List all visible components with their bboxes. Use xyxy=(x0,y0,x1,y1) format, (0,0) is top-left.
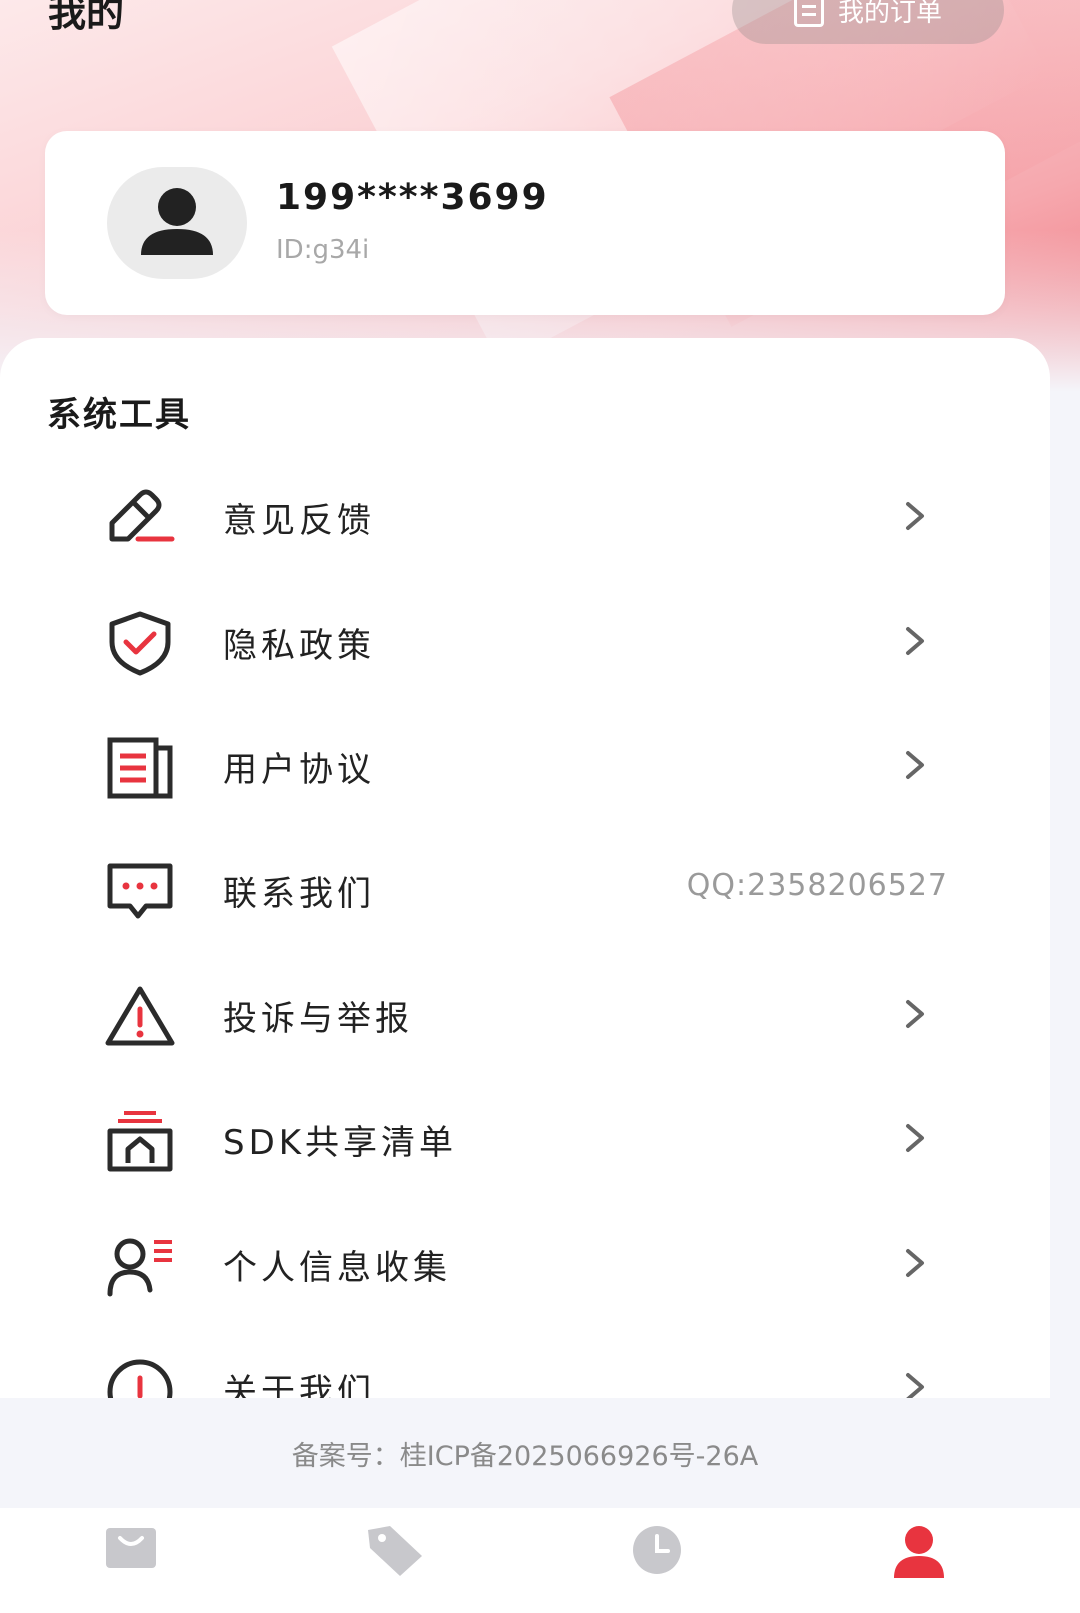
my-orders-label: 我的订单 xyxy=(837,0,942,28)
menu-label: 个人信息收集 xyxy=(223,1248,451,1288)
page-title: 我的 xyxy=(48,0,125,35)
menu-item-sdk-list[interactable]: SDK共享清单 xyxy=(0,1085,1050,1195)
user-icon[interactable] xyxy=(884,1518,954,1578)
feedback-edit-icon xyxy=(109,489,175,542)
menu-item-about-us[interactable]: 关于我们 xyxy=(0,1334,1050,1398)
system-tools-panel: 系统工具 意见反馈 隐私政策 用户协议 联系我们 QQ:2358206527 投… xyxy=(0,338,1050,1438)
profile-card[interactable]: 199****3699 ID:g34i xyxy=(45,131,1005,315)
sdk-share-icon xyxy=(107,1111,173,1172)
menu-label: 联系我们 xyxy=(223,874,375,914)
menu-item-user-agreement[interactable]: 用户协议 xyxy=(0,712,1050,822)
menu-item-personal-info-collection[interactable]: 个人信息收集 xyxy=(0,1210,1050,1320)
chevron-right-icon xyxy=(906,502,924,530)
menu-label: SDK共享清单 xyxy=(223,1123,458,1163)
clock-icon[interactable] xyxy=(622,1518,692,1578)
icp-record: 备案号：桂ICP备2025066926号-26A xyxy=(0,1398,1050,1508)
shield-check-icon xyxy=(109,611,171,676)
order-list-icon xyxy=(793,0,824,27)
default-avatar-icon xyxy=(141,188,213,255)
chevron-right-icon xyxy=(906,1249,924,1277)
user-list-icon xyxy=(107,1238,172,1297)
menu-label: 投诉与举报 xyxy=(223,999,413,1039)
user-phone: 199****3699 xyxy=(276,177,549,218)
chevron-right-icon xyxy=(906,1373,924,1398)
chevron-right-icon xyxy=(906,627,924,655)
menu-label: 用户协议 xyxy=(223,750,375,790)
avatar[interactable] xyxy=(107,167,247,279)
menu-label: 意见反馈 xyxy=(223,501,375,541)
warning-icon xyxy=(105,986,175,1046)
menu-label: 隐私政策 xyxy=(223,626,375,666)
document-icon xyxy=(107,737,173,799)
home-bag-icon[interactable] xyxy=(96,1518,166,1578)
user-id: ID:g34i xyxy=(276,235,370,265)
section-title: 系统工具 xyxy=(47,395,191,435)
menu-item-feedback[interactable]: 意见反馈 xyxy=(0,463,1050,573)
chevron-right-icon xyxy=(906,1000,924,1028)
chevron-right-icon xyxy=(906,751,924,779)
chevron-right-icon xyxy=(906,1124,924,1152)
menu-label: 关于我们 xyxy=(223,1372,375,1398)
bottom-tab-bar xyxy=(0,1508,1080,1613)
menu-item-privacy-policy[interactable]: 隐私政策 xyxy=(0,588,1050,698)
qq-contact-value: QQ:2358206527 xyxy=(686,868,948,903)
menu-item-complaint-report[interactable]: 投诉与举报 xyxy=(0,961,1050,1071)
my-orders-button[interactable]: 我的订单 xyxy=(732,0,1004,44)
tag-icon[interactable] xyxy=(360,1518,430,1578)
menu-item-contact-us[interactable]: 联系我们 QQ:2358206527 xyxy=(0,836,1050,946)
info-icon xyxy=(107,1359,173,1398)
chat-bubble-icon xyxy=(107,863,173,919)
